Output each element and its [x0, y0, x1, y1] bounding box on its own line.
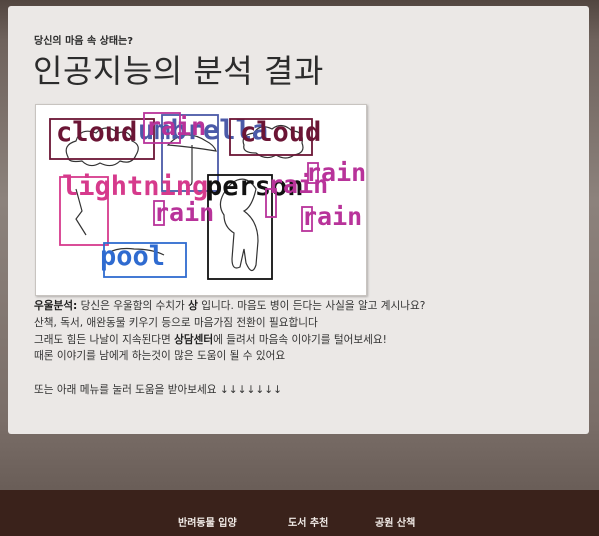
- detection-label: pool: [100, 241, 165, 272]
- detection-image: cloud umbrella rain cloud lightning person rai…: [35, 104, 367, 296]
- detection-cloud-3: cloud: [229, 117, 321, 156]
- detection-label: rain: [302, 202, 362, 231]
- depression-level: 상: [188, 300, 198, 312]
- detection-label: rain: [306, 158, 366, 187]
- page-subtitle: 당신의 마음 속 상태는?: [34, 36, 134, 47]
- analysis-label: 우울분석:: [34, 300, 78, 312]
- counseling-center: 상담센터: [174, 333, 214, 346]
- detection-label: cloud: [240, 117, 321, 148]
- analysis-text: 우울분석: 당신은 우울함의 수치가 상 입니다. 마음도 병이 든다는 사실을…: [34, 298, 425, 399]
- analysis-line-3-text: 그래도 힘든 나날이 지속된다면: [34, 333, 175, 346]
- analysis-line-3: 그래도 힘든 나날이 지속된다면 상담센터에 들려서 마음속 이야기를 털어보세…: [34, 332, 425, 349]
- detection-pool-10: pool: [100, 241, 187, 278]
- footer-nav: 반려동물 입양 도서 추천 공원 산책: [0, 490, 599, 536]
- analysis-line-2: 산책, 독서, 애완동물 키우기 등으로 마음가짐 전환이 필요합니다: [34, 316, 318, 329]
- detection-rain-6: rain: [153, 198, 214, 227]
- menu-book-recommendation[interactable]: 도서 추천: [288, 514, 328, 529]
- detection-label: cloud: [56, 117, 137, 148]
- analysis-line-4: 때론 이야기를 남에게 하는것이 많은 도움이 될 수 있어요: [34, 350, 286, 363]
- menu-park-walk[interactable]: 공원 산책: [375, 514, 415, 529]
- page-title: 인공지능의 분석 결과: [33, 52, 324, 90]
- analysis-line-5: 또는 아래 메뉴를 눌러 도움을 받아보세요 ↓↓↓↓↓↓↓: [34, 383, 283, 396]
- menu-pet-adoption[interactable]: 반려동물 입양: [178, 514, 237, 529]
- analysis-line-1: 우울분석: 당신은 우울함의 수치가 상 입니다. 마음도 병이 든다는 사실을…: [34, 298, 425, 315]
- detection-label: rain: [154, 198, 214, 227]
- analysis-line-1-tail: 입니다. 마음도 병이 든다는 사실을 알고 계시나요?: [197, 300, 426, 312]
- analysis-line-3-tail: 에 들려서 마음속 이야기를 털어보세요!: [213, 333, 387, 346]
- analysis-line-1-text: 당신은 우울함의 수치가: [77, 300, 189, 312]
- detection-rain-8: rain: [306, 158, 366, 187]
- detection-rain-2: rain: [143, 112, 206, 144]
- detection-rain-9: rain: [301, 202, 362, 232]
- detection-label: rain: [146, 112, 206, 141]
- detection-overlay: cloud umbrellarain cloudlightningpersonrai…: [49, 112, 366, 280]
